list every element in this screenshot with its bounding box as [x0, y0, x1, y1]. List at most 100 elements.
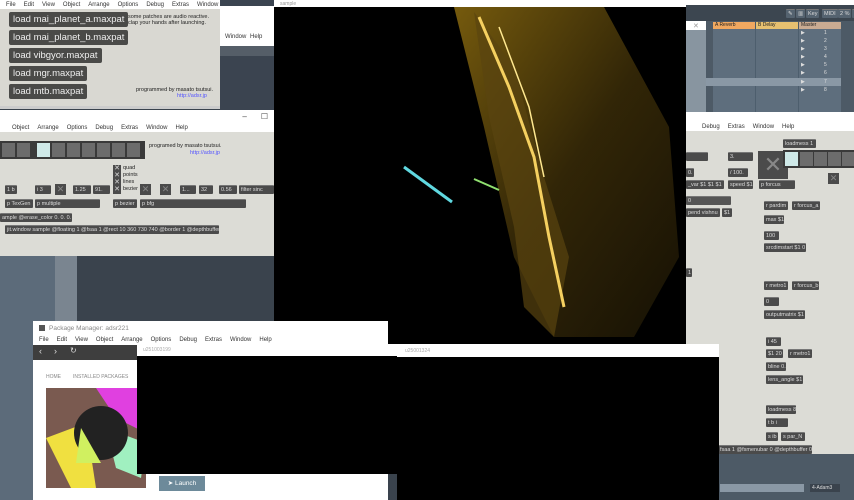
number-box[interactable]: 0. [686, 168, 694, 177]
menu-debug[interactable]: Debug [179, 337, 197, 343]
menu-edit[interactable]: Edit [57, 337, 67, 343]
menu-view[interactable]: View [42, 2, 55, 8]
menu-debug[interactable]: Debug [702, 124, 720, 130]
track-name[interactable]: 4-Adam3 [810, 484, 840, 492]
scene-launch-icon[interactable]: ▶ [801, 30, 805, 36]
object-box[interactable]: loadmess 8 [766, 405, 796, 414]
menu-help[interactable]: Help [782, 124, 794, 130]
number-box[interactable]: 0 [764, 297, 779, 306]
toggle[interactable]: ✕ [828, 173, 839, 184]
number-box[interactable]: 91. [93, 185, 110, 194]
menu-extras[interactable]: Extras [205, 337, 222, 343]
menu-options[interactable]: Options [118, 2, 139, 8]
checkbox-bezier[interactable]: ✕ [113, 186, 121, 194]
refresh-icon[interactable]: ↻ [70, 346, 77, 355]
scene-1[interactable]: 1 [824, 30, 827, 36]
load-mgr-button[interactable]: load mgr.maxpat [9, 66, 88, 81]
menu-arrange[interactable]: Arrange [37, 125, 58, 131]
message-box[interactable]: srcdimstart $1 0 [764, 243, 806, 252]
menu-view[interactable]: View [75, 337, 88, 343]
menu-options[interactable]: Options [151, 337, 172, 343]
menu-file[interactable]: File [39, 337, 49, 343]
object-box[interactable]: t b i [766, 418, 788, 427]
menu-debug[interactable]: Debug [146, 2, 164, 8]
toggle[interactable]: ✕ [55, 184, 66, 195]
scene-5[interactable]: 5 [824, 62, 827, 68]
message-box[interactable]: _var $1 $1 $1 [686, 180, 724, 189]
object-box[interactable]: p bezier [113, 199, 137, 208]
toggle[interactable]: ✕ [140, 184, 151, 195]
menu-object[interactable]: Object [96, 337, 113, 343]
credit-link[interactable]: http://adsr.jp [177, 93, 207, 99]
object-box[interactable]: loadmess 1 [783, 139, 816, 148]
message-box[interactable]: $1 [722, 208, 732, 217]
number-box[interactable]: 1... [180, 185, 196, 194]
scene-8[interactable]: 8 [824, 87, 827, 93]
message-box[interactable]: pend vishnu [686, 208, 720, 217]
pencil-icon[interactable]: ✎ [786, 9, 795, 18]
object-box[interactable]: r pardim [764, 201, 788, 210]
number-box[interactable]: i 45 [766, 337, 781, 346]
object-box[interactable]: p TexGen [5, 199, 33, 208]
number-box[interactable]: i 3 [35, 185, 51, 194]
number-box[interactable]: 100 [764, 231, 779, 240]
load-vibgyor-button[interactable]: load vibgyor.maxpat [9, 48, 102, 63]
number-box[interactable]: 32 [199, 185, 213, 194]
load-mai-planet-b-button[interactable]: load mai_planet_b.maxpat [9, 30, 129, 45]
message-box[interactable]: max $1 [764, 215, 784, 224]
message-box[interactable]: outputmatrix $1 [764, 310, 805, 319]
key-button[interactable]: Key [806, 9, 820, 18]
object-box[interactable]: p forcus [759, 180, 795, 189]
menu-help[interactable]: Help [175, 125, 187, 131]
clip-track-bar[interactable] [720, 484, 804, 492]
menu-file[interactable]: File [6, 2, 16, 8]
menu-object[interactable]: Object [12, 125, 29, 131]
menu-extras[interactable]: Extras [121, 125, 138, 131]
load-mtb-button[interactable]: load mtb.maxpat [9, 84, 88, 99]
maximize-icon[interactable]: ☐ [261, 112, 268, 121]
nav-home[interactable]: HOME [46, 374, 61, 380]
number-box[interactable]: 1.25 [73, 185, 91, 194]
nav-installed-packages[interactable]: INSTALLED PACKAGES [73, 374, 128, 380]
menu-window[interactable]: Window [225, 34, 246, 40]
menu-window[interactable]: Window [197, 2, 218, 8]
scene-3[interactable]: 3 [824, 46, 827, 52]
menu-edit[interactable]: Edit [24, 2, 34, 8]
number-box[interactable]: 3. [728, 152, 753, 161]
grid-icon[interactable]: ▥ [796, 9, 806, 18]
menu-extras[interactable]: Extras [172, 2, 189, 8]
load-mai-planet-a-button[interactable]: load mai_planet_a.maxpat [9, 12, 129, 27]
toggle[interactable]: ✕ [160, 184, 171, 195]
object-box[interactable]: r metro1 [764, 281, 788, 290]
object-box[interactable]: r metro1 [788, 349, 812, 358]
object-box[interactable]: p bfg [140, 199, 246, 208]
object-box[interactable]: r forcus_a [792, 201, 820, 210]
message-box[interactable]: speed $1 [728, 180, 753, 189]
number-box[interactable] [686, 152, 708, 161]
number-box[interactable]: 1 b [5, 185, 17, 194]
message-box[interactable]: lens_angle $1 [766, 375, 803, 384]
number-box[interactable]: 0 [686, 196, 731, 205]
track-header-b[interactable]: B Delay [756, 22, 798, 29]
back-icon[interactable]: ‹ [39, 346, 42, 356]
menu-extras[interactable]: Extras [728, 124, 745, 130]
scene-2[interactable]: 2 [824, 38, 827, 44]
object-box[interactable]: s par_N [781, 432, 805, 441]
object-box[interactable]: s ib [766, 432, 778, 441]
object-box[interactable]: fsaa 1 @fsmenubar 0 @depthbuffer 0 [718, 445, 812, 454]
matrix-cell-selected[interactable] [37, 143, 50, 157]
midi-button[interactable]: MIDI [822, 9, 838, 18]
object-box[interactable]: bline 0. [766, 362, 786, 371]
menu-options[interactable]: Options [67, 125, 88, 131]
menu-window[interactable]: Window [146, 125, 167, 131]
credit-link[interactable]: http://adsr.jp [190, 150, 220, 156]
number-box[interactable]: 0.56 [219, 185, 237, 194]
menu-help[interactable]: Help [259, 337, 271, 343]
menu-arrange[interactable]: Arrange [121, 337, 142, 343]
minimize-icon[interactable]: – [242, 112, 246, 121]
object-box[interactable]: r forcus_b [792, 281, 819, 290]
object-box[interactable]: p multiple [35, 199, 100, 208]
launch-button[interactable]: ➤ Launch [159, 476, 205, 491]
forward-icon[interactable]: › [54, 346, 57, 356]
message-box[interactable]: $1 20 [766, 349, 783, 358]
